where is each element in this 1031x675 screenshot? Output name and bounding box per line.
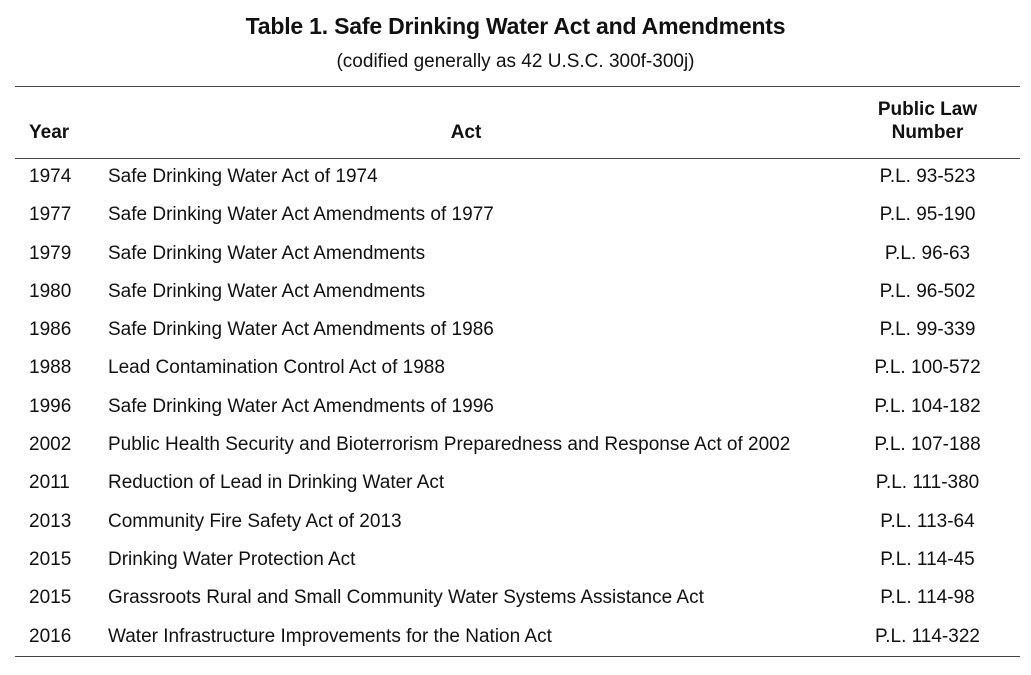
- public-law-cell: P.L. 93-523: [879, 166, 976, 187]
- table-row: 2016 Water Infrastructure Improvements f…: [0, 618, 1031, 656]
- table-row: 1988 Lead Contamination Control Act of 1…: [0, 349, 1031, 387]
- table-row: 1996 Safe Drinking Water Act Amendments …: [0, 388, 1031, 426]
- act-cell: Water Infrastructure Improvements for th…: [108, 625, 552, 647]
- act-cell: Safe Drinking Water Act of 1974: [108, 166, 378, 187]
- act-cell: Community Fire Safety Act of 2013: [108, 510, 402, 532]
- act-cell: Safe Drinking Water Act Amendments of 19…: [108, 319, 494, 341]
- year-cell: 2002: [29, 434, 72, 456]
- year-cell: 2013: [29, 510, 72, 532]
- public-law-cell: P.L. 96-63: [884, 242, 971, 264]
- table-body: 1974 Safe Drinking Water Act of 1974 P.L…: [0, 158, 1031, 656]
- public-law-cell: P.L. 99-339: [879, 319, 976, 341]
- year-cell: 1980: [29, 280, 72, 302]
- act-cell: Drinking Water Protection Act: [108, 548, 356, 570]
- table-row: 1974 Safe Drinking Water Act of 1974 P.L…: [0, 158, 1031, 196]
- public-law-cell: P.L. 96-502: [879, 280, 976, 302]
- header-public-law-line1: Public Law: [877, 99, 978, 120]
- act-cell: Grassroots Rural and Small Community Wat…: [108, 587, 704, 609]
- header-public-law-number: Public Law Number: [850, 98, 1005, 144]
- table-title: Table 1. Safe Drinking Water Act and Ame…: [245, 13, 786, 39]
- year-cell: 2015: [29, 587, 72, 609]
- public-law-cell: P.L. 104-182: [874, 395, 981, 417]
- act-cell: Reduction of Lead in Drinking Water Act: [108, 472, 445, 494]
- public-law-cell: P.L. 107-188: [874, 434, 981, 456]
- act-cell: Safe Drinking Water Act Amendments: [108, 280, 426, 302]
- year-cell: 1996: [29, 395, 72, 417]
- top-rule: [15, 86, 1020, 87]
- public-law-cell: P.L. 114-45: [880, 548, 975, 570]
- table-row: 1986 Safe Drinking Water Act Amendments …: [0, 311, 1031, 349]
- header-year: Year: [29, 122, 70, 143]
- act-cell: Safe Drinking Water Act Amendments of 19…: [108, 204, 494, 226]
- act-cell: Lead Contamination Control Act of 1988: [108, 357, 445, 379]
- year-cell: 1988: [29, 357, 72, 379]
- year-cell: 1977: [29, 204, 72, 226]
- public-law-cell: P.L. 114-98: [880, 587, 975, 609]
- year-cell: 2015: [29, 548, 72, 570]
- table-row: 1977 Safe Drinking Water Act Amendments …: [0, 196, 1031, 234]
- table-row: 2002 Public Health Security and Bioterro…: [0, 426, 1031, 464]
- table-row: 2011 Reduction of Lead in Drinking Water…: [0, 464, 1031, 502]
- act-cell: Safe Drinking Water Act Amendments of 19…: [108, 395, 494, 417]
- year-cell: 2011: [29, 472, 70, 494]
- table-subtitle: (codified generally as 42 U.S.C. 300f-30…: [336, 51, 695, 72]
- year-cell: 1979: [29, 242, 72, 264]
- table-row: 2015 Grassroots Rural and Small Communit…: [0, 579, 1031, 617]
- public-law-cell: P.L. 95-190: [879, 204, 976, 226]
- public-law-cell: P.L. 114-322: [875, 625, 980, 647]
- year-cell: 1974: [29, 166, 72, 187]
- table-row: 1979 Safe Drinking Water Act Amendments …: [0, 235, 1031, 273]
- header-public-law-line2: Number: [891, 122, 964, 143]
- act-cell: Public Health Security and Bioterrorism …: [108, 434, 791, 456]
- table-row: 2013 Community Fire Safety Act of 2013 P…: [0, 503, 1031, 541]
- public-law-cell: P.L. 111-380: [875, 472, 980, 494]
- table-row: 1980 Safe Drinking Water Act Amendments …: [0, 273, 1031, 311]
- act-cell: Safe Drinking Water Act Amendments: [108, 242, 426, 264]
- year-cell: 1986: [29, 319, 72, 341]
- year-cell: 2016: [29, 625, 72, 647]
- table-row: 2015 Drinking Water Protection Act P.L. …: [0, 541, 1031, 579]
- public-law-cell: P.L. 100-572: [874, 357, 981, 379]
- header-act: Act: [450, 122, 482, 143]
- bottom-rule: [15, 656, 1020, 657]
- public-law-cell: P.L. 113-64: [880, 510, 975, 532]
